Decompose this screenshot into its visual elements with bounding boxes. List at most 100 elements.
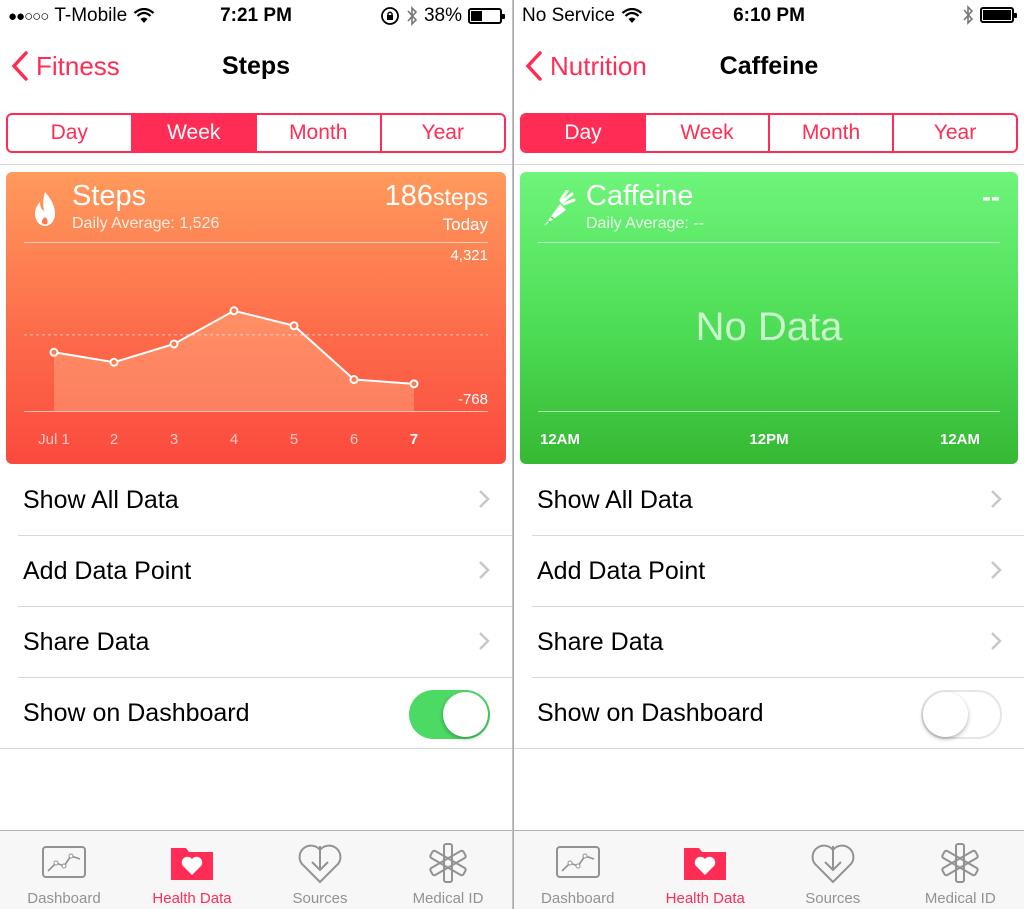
tab-label: Medical ID — [412, 890, 484, 907]
toggle-knob — [443, 692, 488, 737]
tab-bar: Dashboard Health Data Sources Medical ID — [0, 830, 512, 909]
data-point[interactable] — [169, 339, 179, 349]
segment-year[interactable]: Year — [894, 115, 1016, 151]
chevron-right-icon — [479, 632, 490, 650]
chevron-right-icon — [991, 632, 1002, 650]
battery-icon — [468, 8, 505, 24]
page-title: Steps — [221, 52, 291, 80]
data-point[interactable] — [349, 375, 359, 385]
share-data-row[interactable]: Share Data — [18, 607, 512, 678]
tab-label: Sources — [805, 890, 861, 907]
data-point[interactable] — [289, 321, 299, 331]
tab-dashboard[interactable]: Dashboard — [0, 831, 128, 909]
steps-screen: ●●○○○ T-Mobile 7:21 PM 38% Fitness Steps… — [0, 0, 512, 909]
row-label: Add Data Point — [23, 557, 192, 585]
show-all-data-row[interactable]: Show All Data — [18, 465, 512, 536]
dashboard-icon — [555, 846, 600, 878]
chevron-right-icon — [991, 490, 1002, 508]
dashboard-toggle[interactable] — [409, 690, 490, 739]
screenshot-pair: ●●○○○ T-Mobile 7:21 PM 38% Fitness Steps… — [0, 0, 1024, 909]
rotation-lock-icon — [381, 7, 399, 25]
tab-label: Medical ID — [924, 890, 996, 907]
add-data-point-row[interactable]: Add Data Point — [532, 536, 1024, 607]
steps-line-chart: Jul 1 2 3 4 5 6 7 — [24, 306, 488, 448]
sources-icon — [811, 844, 855, 884]
medical-id-icon — [941, 843, 979, 883]
daily-average: Daily Average: -- — [586, 215, 704, 232]
chevron-right-icon — [479, 490, 490, 508]
tab-label: Health Data — [152, 890, 232, 907]
show-on-dashboard-row: Show on Dashboard — [514, 678, 1024, 749]
dashboard-toggle[interactable] — [921, 690, 1002, 739]
tab-sources[interactable]: Sources — [256, 831, 384, 909]
navigation-bar: Nutrition Caffeine — [514, 36, 1024, 102]
sources-icon — [298, 844, 342, 884]
status-bar: No Service 6:10 PM — [514, 0, 1024, 32]
options-list: Show All Data Add Data Point Share Data … — [0, 465, 512, 749]
options-list: Show All Data Add Data Point Share Data … — [514, 465, 1024, 749]
x-tick-label: 12AM — [939, 431, 980, 448]
time-range-segmented-control: Day Week Month Year — [520, 113, 1018, 153]
data-point[interactable] — [229, 306, 239, 316]
x-tick-label: Jul 1 — [38, 431, 70, 448]
page-title: Caffeine — [719, 52, 819, 80]
chevron-right-icon — [991, 561, 1002, 579]
divider — [514, 164, 1024, 165]
battery-percent: 38% — [423, 5, 462, 26]
show-on-dashboard-row: Show on Dashboard — [0, 678, 512, 749]
segment-week[interactable]: Week — [132, 115, 257, 151]
bluetooth-icon — [963, 5, 974, 25]
tab-dashboard[interactable]: Dashboard — [514, 831, 642, 909]
health-data-icon — [171, 848, 213, 880]
row-label: Share Data — [23, 628, 150, 656]
health-data-icon — [684, 848, 727, 880]
today-value: -- — [982, 182, 1000, 212]
carrot-icon — [544, 190, 576, 226]
steps-chart-card: Steps Daily Average: 1,526 186steps Toda… — [6, 172, 506, 464]
segment-day[interactable]: Day — [522, 115, 646, 151]
segment-day[interactable]: Day — [8, 115, 133, 151]
row-label: Show All Data — [537, 486, 693, 514]
data-point[interactable] — [49, 347, 59, 357]
tab-bar: Dashboard Health Data Sources Medical ID — [514, 830, 1024, 909]
tab-medical-id[interactable]: Medical ID — [384, 831, 512, 909]
medical-id-icon — [429, 843, 467, 883]
add-data-point-row[interactable]: Add Data Point — [18, 536, 512, 607]
show-all-data-row[interactable]: Show All Data — [532, 465, 1024, 536]
card-title: Caffeine — [586, 180, 694, 212]
share-data-row[interactable]: Share Data — [532, 607, 1024, 678]
tab-label: Health Data — [665, 890, 745, 907]
tab-label: Dashboard — [27, 890, 101, 907]
segment-month[interactable]: Month — [257, 115, 382, 151]
row-label: Add Data Point — [537, 557, 706, 585]
segment-week[interactable]: Week — [646, 115, 770, 151]
row-label: Show on Dashboard — [23, 699, 250, 727]
row-label: Show on Dashboard — [537, 699, 764, 727]
battery-icon — [980, 7, 1017, 23]
x-tick-label: 4 — [230, 431, 238, 448]
tab-health-data[interactable]: Health Data — [128, 831, 256, 909]
toggle-knob — [923, 692, 968, 737]
bluetooth-icon — [407, 6, 418, 26]
x-tick-label: 5 — [290, 431, 298, 448]
chevron-right-icon — [479, 561, 490, 579]
x-tick-label: 7 — [410, 431, 418, 448]
divider — [0, 164, 512, 165]
status-time: 6:10 PM — [733, 5, 805, 26]
data-point[interactable] — [109, 357, 119, 367]
x-tick-label: 2 — [110, 431, 118, 448]
tab-sources[interactable]: Sources — [769, 831, 897, 909]
tab-medical-id[interactable]: Medical ID — [897, 831, 1024, 909]
x-tick-label: 3 — [170, 431, 178, 448]
chart-bottom-line — [538, 411, 1000, 412]
row-label: Show All Data — [23, 486, 179, 514]
segment-month[interactable]: Month — [770, 115, 894, 151]
caffeine-chart-card: Caffeine Daily Average: -- -- No Data 12… — [520, 172, 1018, 464]
tab-health-data[interactable]: Health Data — [642, 831, 770, 909]
segment-year[interactable]: Year — [382, 115, 505, 151]
row-label: Share Data — [537, 628, 664, 656]
caffeine-screen: No Service 6:10 PM Nutrition Caffeine Da… — [514, 0, 1024, 909]
data-point[interactable] — [409, 379, 419, 389]
tab-label: Sources — [292, 890, 348, 907]
tab-label: Dashboard — [541, 890, 615, 907]
